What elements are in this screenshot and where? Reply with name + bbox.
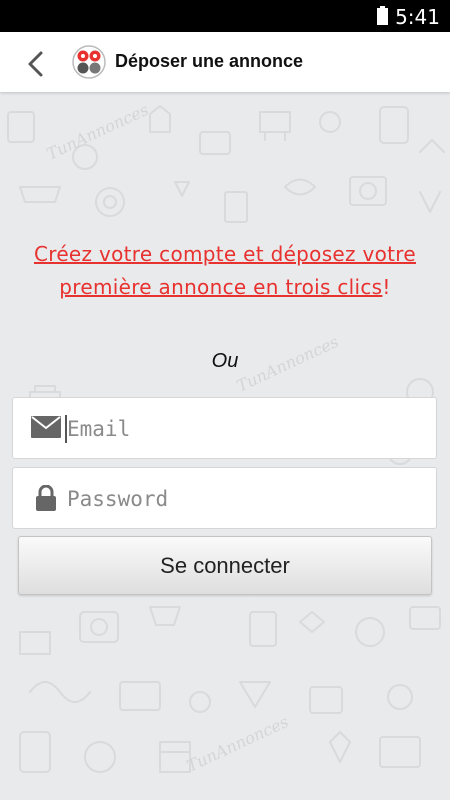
create-account-link[interactable]: Créez votre compte et déposez votre prem… [34, 242, 416, 299]
email-icon [31, 416, 61, 438]
watermark-text-3: TunAnnonces [184, 712, 292, 776]
page-title: Déposer une annonce [115, 51, 304, 71]
promo-message: Créez votre compte et déposez votre prem… [10, 238, 440, 304]
email-input[interactable] [65, 410, 429, 448]
status-time: 5:41 [395, 5, 440, 29]
login-button[interactable]: Se connecter [18, 536, 432, 595]
email-field[interactable] [12, 397, 437, 459]
battery-icon [377, 6, 388, 25]
password-field[interactable] [12, 467, 437, 529]
lock-icon [36, 485, 56, 511]
app-bar: Déposer une annonce [0, 32, 450, 92]
app-logo-icon [72, 45, 106, 79]
separator-text: Ou [211, 350, 239, 372]
promo-exclamation: ! [382, 275, 391, 299]
password-input[interactable] [65, 480, 429, 518]
status-bar: 5:41 [0, 0, 450, 32]
back-arrow-icon[interactable] [24, 50, 48, 78]
